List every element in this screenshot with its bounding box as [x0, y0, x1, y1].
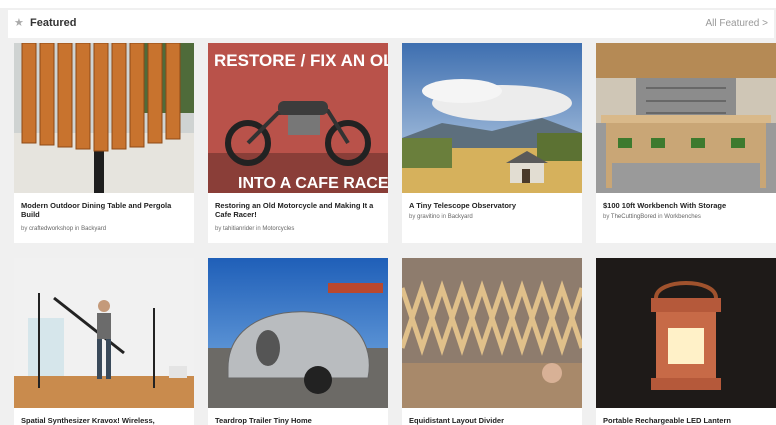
project-title[interactable]: A Tiny Telescope Observatory [409, 201, 577, 210]
project-meta: by craftedworkshop in Backyard [21, 226, 107, 232]
project-card[interactable]: A Tiny Telescope Observatory by gravitin… [402, 43, 582, 243]
featured-section: ★ Featured All Featured > Modern Outdoor… [0, 0, 776, 425]
project-card[interactable]: Equidistant Layout Divider [402, 258, 582, 425]
project-card[interactable]: RESTORE / FIX AN OLD BIKE INTO A CAFE RA… [208, 43, 388, 243]
project-thumbnail[interactable] [402, 258, 582, 408]
project-card[interactable]: Spatial Synthesizer Kravox! Wireless, [14, 258, 194, 425]
project-title[interactable]: Restoring an Old Motorcycle and Making I… [215, 201, 383, 219]
project-thumbnail[interactable] [14, 258, 194, 408]
project-title[interactable]: Teardrop Trailer Tiny Home [215, 416, 383, 425]
project-thumbnail[interactable] [402, 43, 582, 193]
project-card[interactable]: Modern Outdoor Dining Table and Pergola … [14, 43, 194, 243]
section-header: ★ Featured All Featured > [8, 10, 774, 38]
project-title[interactable]: Equidistant Layout Divider [409, 416, 577, 425]
project-meta: by tahitianrider in Motorcycles [215, 226, 295, 232]
category-link[interactable]: Motorcycles [262, 226, 294, 232]
project-title[interactable]: $100 10ft Workbench With Storage [603, 201, 771, 210]
all-featured-link[interactable]: All Featured > [705, 18, 768, 29]
project-thumbnail[interactable] [596, 258, 776, 408]
star-icon: ★ [14, 17, 24, 29]
project-thumbnail[interactable] [14, 43, 194, 193]
project-thumbnail[interactable]: RESTORE / FIX AN OLD BIKE INTO A CAFE RA… [208, 43, 388, 193]
category-link[interactable]: Backyard [81, 226, 106, 232]
project-card[interactable]: Teardrop Trailer Tiny Home [208, 258, 388, 425]
project-card[interactable]: $100 10ft Workbench With Storage by TheC… [596, 43, 776, 243]
section-title: Featured [30, 17, 77, 29]
project-meta: by gravitino in Backyard [409, 214, 473, 220]
project-title[interactable]: Modern Outdoor Dining Table and Pergola … [21, 201, 189, 219]
project-thumbnail[interactable] [208, 258, 388, 408]
category-link[interactable]: Workbenches [664, 214, 701, 220]
author-link[interactable]: tahitianrider [223, 226, 254, 232]
category-link[interactable]: Backyard [448, 214, 473, 220]
project-meta: by TheCuttingBored in Workbenches [603, 214, 701, 220]
author-link[interactable]: craftedworkshop [29, 226, 73, 232]
project-title[interactable]: Portable Rechargeable LED Lantern [603, 416, 771, 425]
image-text-top: RESTORE / FIX AN OLD BIKE [214, 51, 388, 70]
image-text-bottom: INTO A CAFE RACER [238, 175, 388, 192]
author-link[interactable]: TheCuttingBored [611, 214, 656, 220]
project-thumbnail[interactable] [596, 43, 776, 193]
project-card[interactable]: Portable Rechargeable LED Lantern [596, 258, 776, 425]
project-title[interactable]: Spatial Synthesizer Kravox! Wireless, [21, 416, 189, 425]
author-link[interactable]: gravitino [417, 214, 440, 220]
top-strip [0, 0, 776, 8]
